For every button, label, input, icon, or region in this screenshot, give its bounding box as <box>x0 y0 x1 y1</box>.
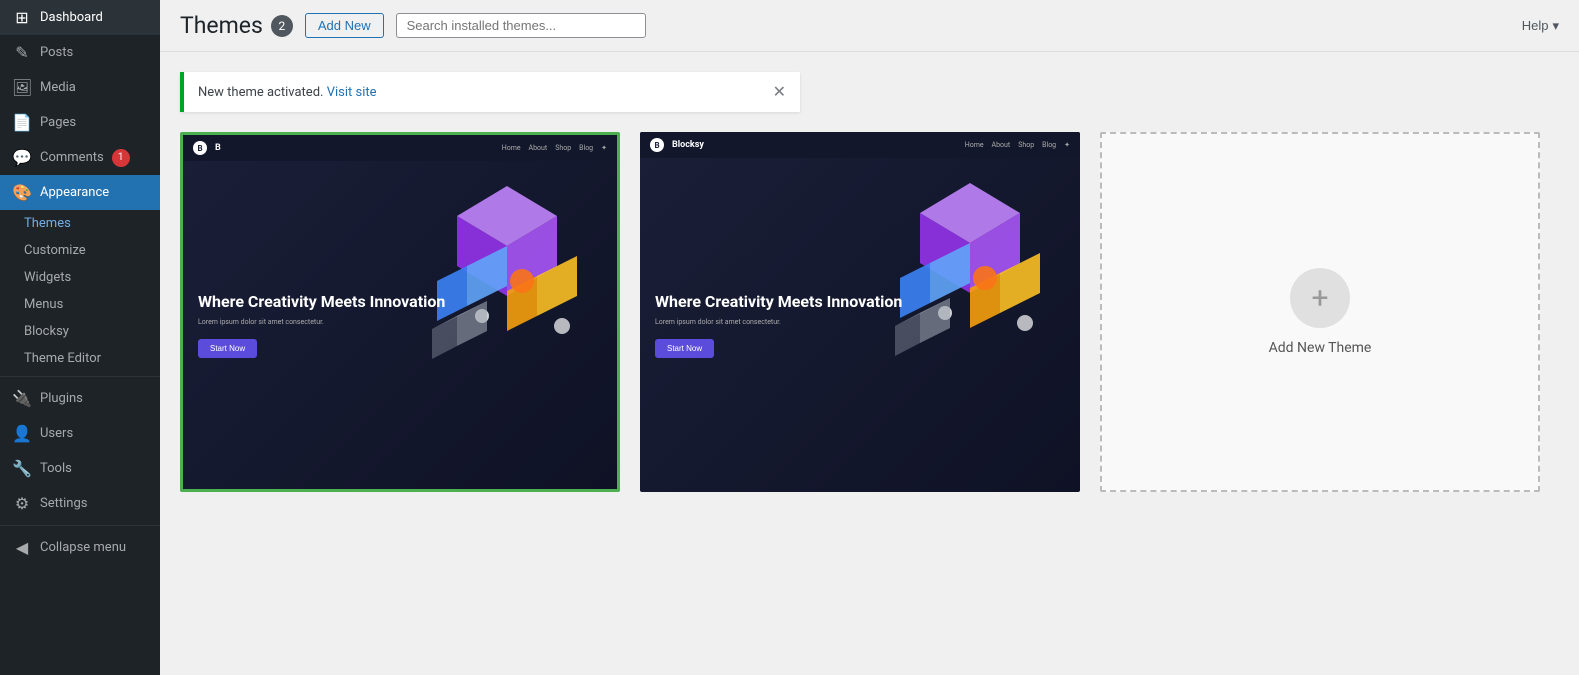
sidebar-item-comments[interactable]: 💬 Comments 1 <box>0 140 160 175</box>
sidebar-item-label: Tools <box>40 461 72 476</box>
blocksy-logo-icon-2: B <box>650 138 664 152</box>
theme-card-blocksy-child[interactable]: B B Home About Shop Blog ✦ Where <box>180 132 620 492</box>
sidebar-item-widgets[interactable]: Widgets <box>0 264 160 291</box>
themes-count-badge: 2 <box>271 15 293 37</box>
comments-badge: 1 <box>112 149 130 167</box>
features-bar: ⚡ Cursus Metus ✦ Tincidunt Ornare ▦ Quis… <box>183 489 617 492</box>
theme-navbar-2: B Blocksy Home About Shop Blog ✦ <box>640 132 1080 158</box>
sidebar-item-label: Users <box>40 426 73 441</box>
page-title-wrap: Themes 2 <box>180 12 293 39</box>
nav-link-shop: Shop <box>555 144 571 152</box>
settings-icon: ⚙ <box>12 494 32 513</box>
sidebar-item-appearance[interactable]: 🎨 Appearance <box>0 175 160 210</box>
theme-editor-label: Theme Editor <box>24 351 101 366</box>
nav-link-blog: Blog <box>579 144 593 152</box>
content-area: New theme activated. Visit site ✕ B B Ho… <box>160 52 1579 675</box>
add-new-button[interactable]: Add New <box>305 13 384 38</box>
sidebar-item-label: Comments <box>40 150 104 165</box>
sidebar-item-label: Plugins <box>40 391 83 406</box>
sidebar-item-themes[interactable]: Themes <box>0 210 160 237</box>
theme-thumbnail: B B Home About Shop Blog ✦ Where <box>183 135 617 489</box>
sidebar-item-users[interactable]: 👤 Users <box>0 416 160 451</box>
nav-link-about: About <box>529 144 548 152</box>
hero-sub-2: Lorem ipsum dolor sit amet consectetur. <box>655 318 902 326</box>
add-theme-label: Add New Theme <box>1269 340 1372 356</box>
blocksy-logo-icon: B <box>193 141 207 155</box>
users-icon: 👤 <box>12 424 32 443</box>
sidebar-item-media[interactable]: 🖼 Media <box>0 70 160 105</box>
help-button[interactable]: Help ▾ <box>1522 18 1559 34</box>
top-bar: Themes 2 Add New Help ▾ <box>160 0 1579 52</box>
plugins-icon: 🔌 <box>12 389 32 408</box>
theme-navbar: B B Home About Shop Blog ✦ <box>183 135 617 161</box>
add-new-theme-card[interactable]: + Add New Theme <box>1100 132 1540 492</box>
sidebar-item-posts[interactable]: ✎ Posts <box>0 35 160 70</box>
sidebar-item-label: Settings <box>40 496 87 511</box>
nav-icon-2: ✦ <box>1064 141 1070 149</box>
hero-cta-button-2[interactable]: Start Now <box>655 339 714 358</box>
dashboard-icon: ⊞ <box>12 8 32 27</box>
sidebar-item-tools[interactable]: 🔧 Tools <box>0 451 160 486</box>
sidebar-item-label: Appearance <box>40 185 109 200</box>
sidebar-item-theme-editor[interactable]: Theme Editor <box>0 345 160 372</box>
sidebar-item-pages[interactable]: 📄 Pages <box>0 105 160 140</box>
theme-thumbnail-blocksy: B Blocksy Home About Shop Blog ✦ <box>640 132 1080 492</box>
plus-icon: + <box>1311 281 1328 316</box>
collapse-label: Collapse menu <box>40 540 126 555</box>
hero-sub: Lorem ipsum dolor sit amet consectetur. <box>198 318 445 326</box>
nav-link-home-2: Home <box>965 141 984 149</box>
sidebar-item-plugins[interactable]: 🔌 Plugins <box>0 381 160 416</box>
collapse-icon: ◀ <box>12 538 32 557</box>
sidebar: ⊞ Dashboard ✎ Posts 🖼 Media 📄 Pages 💬 Co… <box>0 0 160 675</box>
chevron-down-icon: ▾ <box>1552 18 1559 34</box>
sidebar-item-customize[interactable]: Customize <box>0 237 160 264</box>
search-input[interactable] <box>396 13 646 38</box>
blocksy-label: Blocksy <box>24 324 69 339</box>
nav-link-shop-2: Shop <box>1018 141 1034 149</box>
notification-close-button[interactable]: ✕ <box>773 82 786 102</box>
themes-grid: B B Home About Shop Blog ✦ Where <box>180 132 1559 492</box>
hero-text: Where Creativity Meets Innovation Lorem … <box>198 292 445 357</box>
theme-card-blocksy[interactable]: B Blocksy Home About Shop Blog ✦ <box>640 132 1080 492</box>
hero-text-2: Where Creativity Meets Innovation Lorem … <box>655 292 902 357</box>
posts-icon: ✎ <box>12 43 32 62</box>
sidebar-item-menus[interactable]: Menus <box>0 291 160 318</box>
blocksy-logo-text: B <box>215 143 221 153</box>
sidebar-item-label: Pages <box>40 115 76 130</box>
notification-bar: New theme activated. Visit site ✕ <box>180 72 800 112</box>
comments-icon: 💬 <box>12 148 32 167</box>
customize-label: Customize <box>24 243 86 258</box>
nav-link-about-2: About <box>992 141 1011 149</box>
sidebar-item-label: Media <box>40 80 76 95</box>
main-content: Themes 2 Add New Help ▾ New theme activa… <box>160 0 1579 675</box>
theme-hero-2: Where Creativity Meets Innovation Lorem … <box>640 158 1080 492</box>
sidebar-item-dashboard[interactable]: ⊞ Dashboard <box>0 0 160 35</box>
notification-text: New theme activated. Visit site <box>198 85 377 100</box>
sidebar-item-label: Posts <box>40 45 73 60</box>
appearance-icon: 🎨 <box>12 183 32 202</box>
nav-link-icon: ✦ <box>601 144 607 152</box>
nav-link-blog-2: Blog <box>1042 141 1056 149</box>
hero-cta-button[interactable]: Start Now <box>198 339 257 358</box>
widgets-label: Widgets <box>24 270 71 285</box>
pages-icon: 📄 <box>12 113 32 132</box>
blocksy-nav-links: Home About Shop Blog ✦ <box>502 144 607 152</box>
add-theme-icon: + <box>1290 268 1350 328</box>
theme-hero: Where Creativity Meets Innovation Lorem … <box>183 161 617 489</box>
hero-title: Where Creativity Meets Innovation <box>198 292 445 311</box>
menus-label: Menus <box>24 297 63 312</box>
hero-title-2: Where Creativity Meets Innovation <box>655 292 902 311</box>
blocksy-logo-text-2: Blocksy <box>672 140 704 150</box>
tools-icon: 🔧 <box>12 459 32 478</box>
themes-label: Themes <box>24 216 71 231</box>
collapse-menu-button[interactable]: ◀ Collapse menu <box>0 530 160 565</box>
sidebar-item-label: Dashboard <box>40 10 103 25</box>
blocksy-nav-links-2: Home About Shop Blog ✦ <box>965 141 1070 149</box>
sidebar-item-settings[interactable]: ⚙ Settings <box>0 486 160 521</box>
nav-link-home: Home <box>502 144 521 152</box>
media-icon: 🖼 <box>12 78 32 97</box>
visit-site-link[interactable]: Visit site <box>327 85 377 100</box>
sidebar-item-blocksy[interactable]: Blocksy <box>0 318 160 345</box>
page-title: Themes <box>180 12 263 39</box>
